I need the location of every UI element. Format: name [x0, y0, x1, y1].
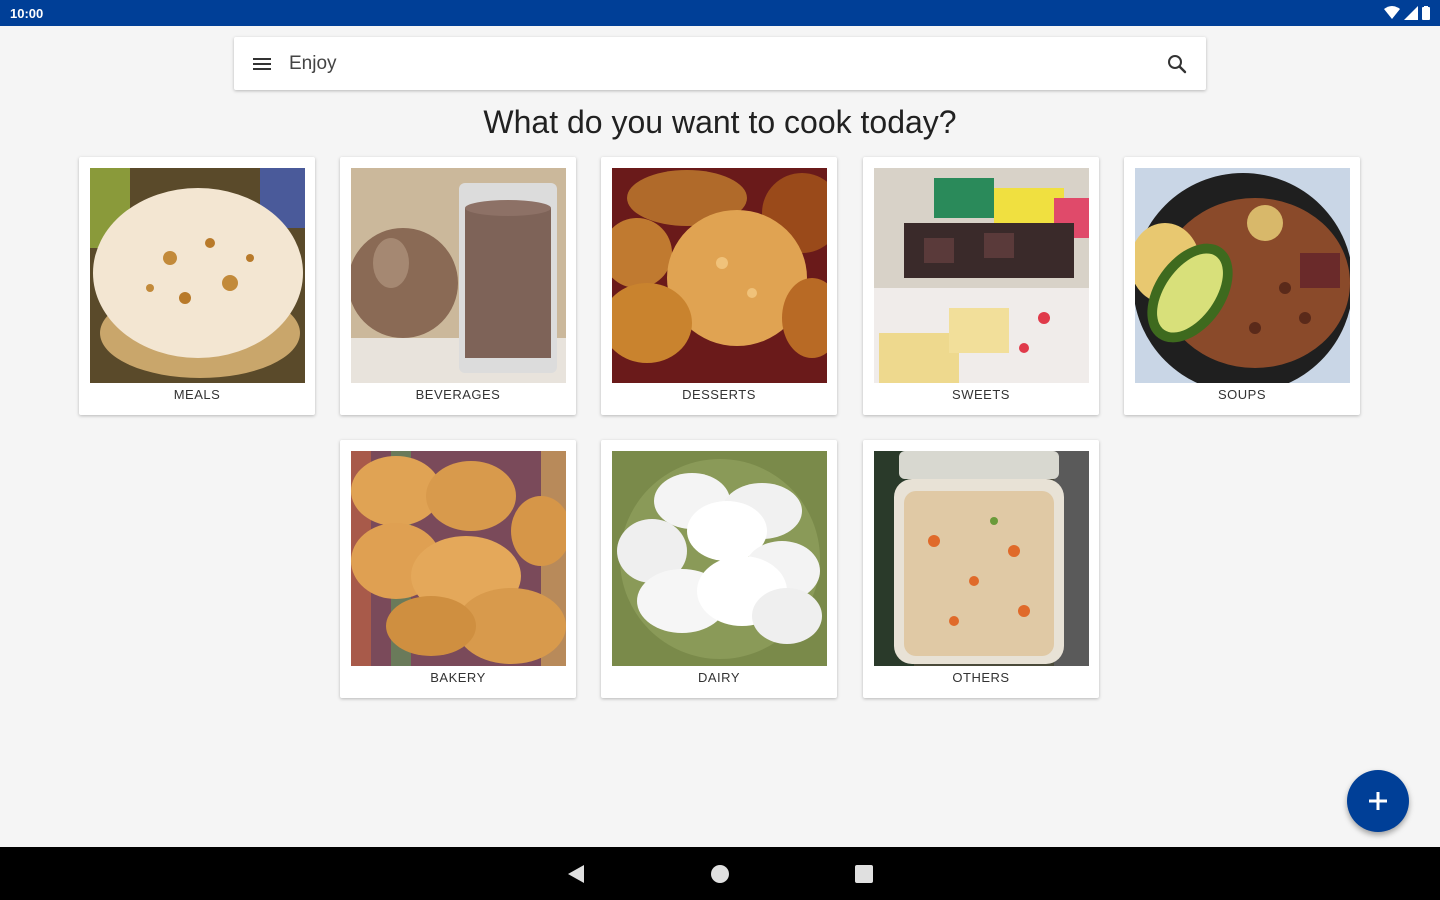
status-bar: 10:00	[0, 0, 1440, 26]
recents-icon[interactable]	[852, 862, 876, 886]
category-card-desserts[interactable]: DESSERTS	[601, 157, 837, 415]
home-icon[interactable]	[708, 862, 732, 886]
plus-icon	[1369, 792, 1387, 810]
category-label: SWEETS	[952, 387, 1010, 402]
category-label: BAKERY	[430, 670, 486, 685]
search-bar[interactable]: Enjoy	[234, 37, 1206, 90]
category-card-meals[interactable]: MEALS	[79, 157, 315, 415]
category-label: BEVERAGES	[415, 387, 501, 402]
navigation-bar	[0, 847, 1440, 900]
desserts-image	[612, 168, 827, 383]
category-label: DAIRY	[698, 670, 740, 685]
menu-icon[interactable]	[252, 54, 272, 74]
soups-image	[1135, 168, 1350, 383]
sweets-image	[874, 168, 1089, 383]
add-button[interactable]	[1347, 770, 1409, 832]
category-label: SOUPS	[1217, 387, 1266, 402]
search-icon[interactable]	[1166, 53, 1188, 75]
category-card-soups[interactable]: SOUPS	[1124, 157, 1360, 415]
others-image	[874, 451, 1089, 666]
category-card-dairy[interactable]: DAIRY	[601, 440, 837, 698]
beverages-image	[351, 168, 566, 383]
dairy-image	[612, 451, 827, 666]
category-card-sweets[interactable]: SWEETS	[863, 157, 1099, 415]
signal-icon	[1404, 6, 1418, 20]
wifi-icon	[1384, 6, 1400, 19]
meals-image	[90, 168, 305, 383]
category-card-bakery[interactable]: BAKERY	[340, 440, 576, 698]
category-label: MEALS	[173, 387, 221, 402]
bakery-image	[351, 451, 566, 666]
category-card-others[interactable]: OTHERS	[863, 440, 1099, 698]
status-time: 10:00	[10, 6, 44, 21]
category-label: DESSERTS	[682, 387, 756, 402]
search-input[interactable]: Enjoy	[289, 53, 337, 75]
back-icon[interactable]	[564, 862, 588, 886]
status-icons	[1384, 5, 1430, 21]
battery-icon	[1422, 6, 1430, 20]
page-title: What do you want to cook today?	[483, 104, 957, 140]
category-label: OTHERS	[952, 670, 1010, 685]
category-card-beverages[interactable]: BEVERAGES	[340, 157, 576, 415]
